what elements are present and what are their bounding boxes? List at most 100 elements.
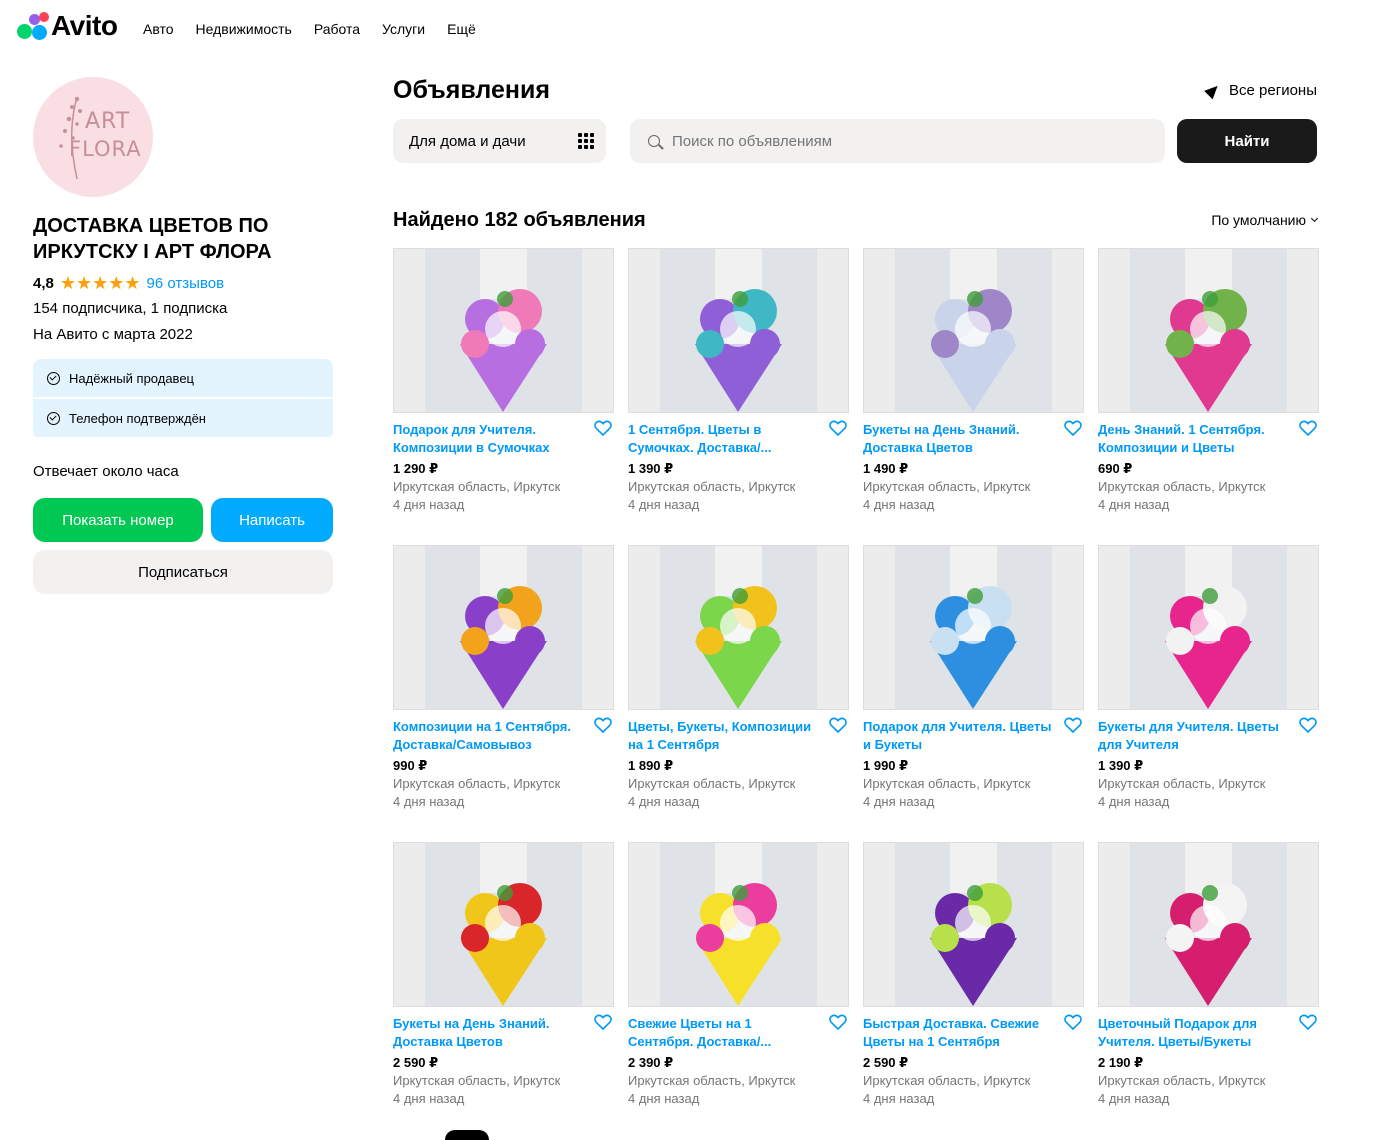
listing-title[interactable]: Цветочный Подарок для Учителя. Цветы/Бук… [1098, 1015, 1288, 1051]
listing-card[interactable]: Букеты на День Знаний. Доставка Цветов 2… [393, 842, 614, 1106]
heart-icon[interactable] [1064, 717, 1082, 733]
nav-item-auto[interactable]: Авто [143, 21, 174, 37]
bouquet-photo [425, 843, 582, 1006]
search-box [630, 119, 1165, 163]
sort-select[interactable]: По умолчанию [1211, 212, 1319, 228]
listing-title[interactable]: Композиции на 1 Сентября. Доставка/Самов… [393, 718, 583, 754]
avatar-logo-art: ART [85, 109, 131, 134]
listing-title[interactable]: День Знаний. 1 Сентября. Композиции и Цв… [1098, 421, 1288, 457]
listing-card[interactable]: Цветочный Подарок для Учителя. Цветы/Бук… [1098, 842, 1319, 1106]
find-button[interactable]: Найти [1177, 119, 1317, 163]
listing-price: 1 390 ₽ [1098, 758, 1144, 773]
listing-image[interactable] [863, 545, 1084, 710]
bouquet-photo [895, 546, 1052, 709]
listing-card[interactable]: Букеты для Учителя. Цветы для Учителя 1 … [1098, 545, 1319, 809]
listing-image[interactable] [1098, 842, 1319, 1007]
nav-item-more[interactable]: Ещё [447, 21, 476, 37]
results-count: Найдено 182 объявления [393, 208, 646, 231]
badge-label: Надёжный продавец [69, 370, 194, 386]
listing-card[interactable]: День Знаний. 1 Сентября. Композиции и Цв… [1098, 248, 1319, 512]
listing-image[interactable] [393, 842, 614, 1007]
listing-card[interactable]: Свежие Цветы на 1 Сентября. Доставка/...… [628, 842, 849, 1106]
reply-time: Отвечает около часа [33, 463, 179, 480]
show-phone-button[interactable]: Показать номер [33, 498, 203, 542]
heart-icon[interactable] [594, 1014, 612, 1030]
listing-image[interactable] [393, 248, 614, 413]
listing-card[interactable]: Букеты на День Знаний. Доставка Цветов 1… [863, 248, 1084, 512]
heart-icon[interactable] [829, 420, 847, 436]
avito-logo[interactable]: Avito [17, 10, 118, 42]
reviews-link[interactable]: 96 отзывов [147, 275, 225, 292]
listing-image[interactable] [628, 248, 849, 413]
nav-item-jobs[interactable]: Работа [314, 21, 360, 37]
listing-card[interactable]: Подарок для Учителя. Цветы и Букеты 1 99… [863, 545, 1084, 809]
seller-name[interactable]: ДОСТАВКА ЦВЕТОВ ПО ИРКУТСКУ I АРТ ФЛОРА [33, 213, 333, 265]
region-selector[interactable]: Все регионы [1204, 81, 1317, 100]
listing-title[interactable]: Подарок для Учителя. Композиции в Сумочк… [393, 421, 583, 457]
heart-icon[interactable] [1299, 717, 1317, 733]
badge-reliable-seller[interactable]: Надёжный продавец [33, 359, 333, 397]
listing-date: 4 дня назад [863, 1091, 935, 1106]
pagination-current-page[interactable] [445, 1130, 489, 1140]
listing-image[interactable] [863, 248, 1084, 413]
listing-date: 4 дня назад [1098, 497, 1170, 512]
bouquet-photo [425, 546, 582, 709]
heart-icon[interactable] [1299, 1014, 1317, 1030]
heart-icon[interactable] [829, 1014, 847, 1030]
listing-date: 4 дня назад [863, 794, 935, 809]
listing-card[interactable]: Композиции на 1 Сентября. Доставка/Самов… [393, 545, 614, 809]
listing-title[interactable]: Цветы, Букеты, Композиции на 1 Сентября [628, 718, 818, 754]
subscribers-info[interactable]: 154 подписчика, 1 подписка [33, 299, 333, 319]
main-nav: Авто Недвижимость Работа Услуги Ещё [143, 21, 476, 37]
nav-item-realty[interactable]: Недвижимость [196, 21, 292, 37]
listing-title[interactable]: Быстрая Доставка. Свежие Цветы на 1 Сент… [863, 1015, 1053, 1051]
listing-card[interactable]: 1 Сентября. Цветы в Сумочках. Доставка/.… [628, 248, 849, 512]
bouquet-photo [1130, 843, 1287, 1006]
subscribe-button[interactable]: Подписаться [33, 550, 333, 594]
seller-badges: Надёжный продавец Телефон подтверждён [33, 359, 333, 439]
listing-image[interactable] [863, 842, 1084, 1007]
listing-location: Иркутская область, Иркутск [863, 479, 1031, 494]
category-select[interactable]: Для дома и дачи [393, 119, 606, 163]
heart-icon[interactable] [594, 717, 612, 733]
listing-title[interactable]: Букеты на День Знаний. Доставка Цветов [863, 421, 1053, 457]
listing-title[interactable]: 1 Сентября. Цветы в Сумочках. Доставка/.… [628, 421, 818, 457]
heart-icon[interactable] [594, 420, 612, 436]
check-circle-icon [47, 411, 60, 425]
heart-icon[interactable] [1064, 1014, 1082, 1030]
rating-value: 4,8 [33, 274, 54, 292]
listing-title[interactable]: Подарок для Учителя. Цветы и Букеты [863, 718, 1053, 754]
listing-card[interactable]: Цветы, Букеты, Композиции на 1 Сентября … [628, 545, 849, 809]
listing-image[interactable] [393, 545, 614, 710]
listings-main: Объявления Все регионы Для дома и дачи Н… [393, 75, 1319, 1106]
listing-image[interactable] [628, 842, 849, 1007]
heart-icon[interactable] [829, 717, 847, 733]
search-input[interactable] [672, 132, 1132, 150]
listing-date: 4 дня назад [1098, 1091, 1170, 1106]
seller-avatar[interactable]: ART FLORA [33, 77, 153, 197]
listing-card[interactable]: Подарок для Учителя. Композиции в Сумочк… [393, 248, 614, 512]
category-label: Для дома и дачи [409, 132, 526, 150]
nav-item-services[interactable]: Услуги [382, 21, 425, 37]
heart-icon[interactable] [1064, 420, 1082, 436]
bouquet-photo [1130, 249, 1287, 412]
bouquet-photo [425, 249, 582, 412]
listing-title[interactable]: Букеты на День Знаний. Доставка Цветов [393, 1015, 583, 1051]
bouquet-photo [895, 843, 1052, 1006]
avatar-logo-flora: FLORA [69, 137, 142, 161]
heart-icon[interactable] [1299, 420, 1317, 436]
badge-phone-verified[interactable]: Телефон подтверждён [33, 399, 333, 437]
search-icon [648, 135, 660, 147]
listing-image[interactable] [628, 545, 849, 710]
listing-title[interactable]: Свежие Цветы на 1 Сентября. Доставка/... [628, 1015, 818, 1051]
listing-image[interactable] [1098, 545, 1319, 710]
listing-image[interactable] [1098, 248, 1319, 413]
listing-location: Иркутская область, Иркутск [1098, 479, 1266, 494]
listing-title[interactable]: Букеты для Учителя. Цветы для Учителя [1098, 718, 1288, 754]
listing-price: 2 390 ₽ [628, 1055, 674, 1070]
write-message-button[interactable]: Написать [211, 498, 333, 542]
chevron-down-icon [1310, 214, 1319, 223]
listing-location: Иркутская область, Иркутск [628, 1073, 796, 1088]
listing-card[interactable]: Быстрая Доставка. Свежие Цветы на 1 Сент… [863, 842, 1084, 1106]
listing-price: 1 390 ₽ [628, 461, 674, 476]
